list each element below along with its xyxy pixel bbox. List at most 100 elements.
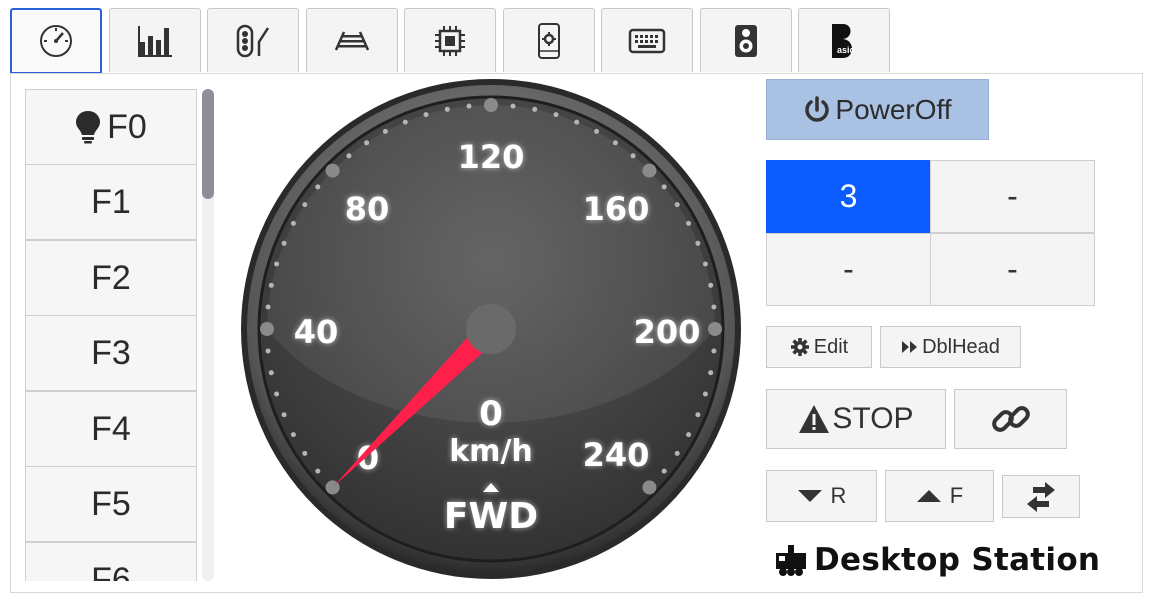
- gauge-minor-tick: [302, 202, 308, 208]
- loco-slot-3[interactable]: -: [766, 233, 931, 306]
- reverse-button[interactable]: R: [766, 470, 877, 522]
- tab-basic[interactable]: asic: [798, 8, 890, 72]
- tab-signal[interactable]: [207, 8, 299, 72]
- gauge-minor-tick: [708, 370, 714, 376]
- function-label: F4: [91, 409, 131, 448]
- edit-button[interactable]: Edit: [766, 326, 872, 368]
- gear-icon: [790, 338, 809, 356]
- speed-unit: km/h: [449, 434, 533, 469]
- gauge-minor-tick: [274, 261, 280, 267]
- fast-forward-icon: [902, 341, 918, 353]
- gauge-tick-label: 80: [345, 190, 390, 228]
- gauge-minor-tick: [315, 468, 321, 474]
- gauge-minor-tick: [612, 140, 618, 146]
- gauge-minor-tick: [466, 103, 472, 109]
- gauge-minor-tick: [268, 282, 274, 288]
- function-list-scrollbar[interactable]: [202, 89, 214, 581]
- gauge-minor-tick: [553, 112, 559, 118]
- gauge-minor-tick: [711, 348, 717, 354]
- gauge-tick-label: 120: [458, 138, 525, 176]
- railway-track-icon: [334, 30, 370, 51]
- gauge-minor-tick: [382, 128, 388, 134]
- chip-icon: [435, 25, 465, 56]
- gauge-minor-tick: [686, 220, 692, 226]
- tab-device[interactable]: [503, 8, 595, 72]
- dblhead-label: DblHead: [922, 335, 1000, 358]
- forward-button[interactable]: F: [885, 470, 994, 522]
- link-button[interactable]: [954, 389, 1067, 449]
- dblhead-button[interactable]: DblHead: [880, 326, 1021, 368]
- desktop-station-logo: Desktop Station: [774, 542, 1100, 578]
- forward-label: F: [949, 483, 964, 508]
- gauge-minor-tick: [281, 412, 287, 418]
- function-button-f3[interactable]: F3: [25, 315, 197, 391]
- gauge-major-tick: [642, 163, 657, 178]
- function-label: F0: [107, 107, 147, 146]
- keyboard-icon: [628, 28, 666, 53]
- loco-slot-2[interactable]: -: [930, 160, 1095, 233]
- chain-link-icon: [991, 406, 1030, 432]
- function-button-f2[interactable]: F2: [25, 240, 197, 316]
- gauge-minor-tick: [695, 240, 701, 246]
- gauge-minor-tick: [532, 106, 538, 112]
- gauge-minor-tick: [661, 468, 667, 474]
- direction-label: FWD: [444, 496, 538, 537]
- tab-speaker[interactable]: [700, 8, 792, 72]
- tab-track[interactable]: [306, 8, 398, 72]
- gauge-major-tick: [325, 163, 340, 178]
- function-label: F1: [91, 182, 131, 221]
- gauge-minor-tick: [702, 261, 708, 267]
- function-list[interactable]: F0 F1 F2 F3 F4 F5 F6: [25, 89, 199, 581]
- tab-keyboard[interactable]: [601, 8, 693, 72]
- stop-label: STOP: [832, 402, 914, 435]
- reverse-label: R: [830, 483, 847, 508]
- gauge-minor-tick: [274, 391, 280, 397]
- gauge-minor-tick: [594, 128, 600, 134]
- function-button-f5[interactable]: F5: [25, 466, 197, 542]
- gauge-tick-label: 40: [294, 313, 339, 351]
- function-label: F3: [91, 333, 131, 372]
- function-button-f4[interactable]: F4: [25, 391, 197, 467]
- slot-label: -: [843, 251, 854, 287]
- speedometer-icon: [40, 25, 72, 57]
- gauge-minor-tick: [423, 112, 429, 118]
- slot-label: -: [1007, 178, 1018, 214]
- gauge-minor-tick: [281, 240, 287, 246]
- gauge-minor-tick: [290, 220, 296, 226]
- gauge-tick-label: 160: [583, 190, 650, 228]
- gauge-minor-tick: [630, 153, 636, 159]
- function-label: F5: [91, 484, 131, 523]
- function-button-f1[interactable]: F1: [25, 164, 197, 240]
- speedometer-gauge[interactable]: 0 40 80 120 160 200 240 0 km/h FWD: [240, 78, 742, 580]
- warning-icon: [799, 405, 830, 433]
- loco-slot-4[interactable]: -: [930, 233, 1095, 306]
- stop-button[interactable]: STOP: [766, 389, 946, 449]
- tab-chart[interactable]: [109, 8, 201, 72]
- gauge-minor-tick: [302, 450, 308, 456]
- function-button-f0[interactable]: F0: [25, 89, 197, 165]
- tab-chip[interactable]: [404, 8, 496, 72]
- brand-name: Desktop Station: [814, 542, 1101, 578]
- phone-settings-icon: [538, 22, 560, 59]
- speed-value: 0: [479, 394, 503, 434]
- locomotive-icon: [776, 545, 806, 576]
- gauge-minor-tick: [661, 184, 667, 190]
- gauge-tick-label: 240: [583, 436, 650, 474]
- function-button-f6[interactable]: F6: [25, 542, 197, 581]
- edit-label: Edit: [813, 335, 849, 358]
- power-icon: [805, 95, 830, 122]
- gauge-major-tick: [708, 322, 722, 336]
- basic-logo-icon: asic: [832, 23, 855, 58]
- swap-arrows-icon: [1027, 481, 1055, 512]
- gauge-minor-tick: [708, 282, 714, 288]
- swap-direction-button[interactable]: [1002, 475, 1080, 518]
- gauge-major-tick: [642, 480, 657, 495]
- loco-slot-1[interactable]: 3: [766, 160, 931, 233]
- power-off-button[interactable]: PowerOff: [766, 79, 989, 140]
- scrollbar-thumb[interactable]: [202, 89, 214, 199]
- tab-meter[interactable]: [10, 8, 102, 74]
- gauge-major-tick: [484, 98, 498, 112]
- caret-up-icon: [916, 490, 941, 502]
- power-off-label: PowerOff: [835, 93, 952, 125]
- gauge-minor-tick: [364, 140, 370, 146]
